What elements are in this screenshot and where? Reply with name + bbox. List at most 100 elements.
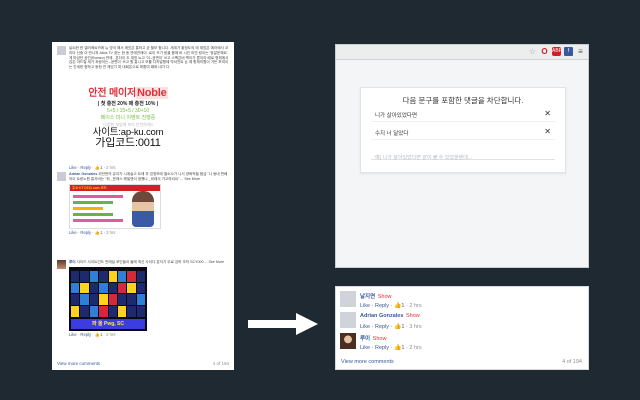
block-phrase-field: [371, 146, 555, 165]
comment-author[interactable]: 루이: [360, 336, 370, 342]
like-link[interactable]: Like: [360, 324, 370, 330]
like-link[interactable]: Like: [360, 303, 370, 309]
block-rule: 니가 살아있었다면 ✕: [371, 108, 555, 122]
comment-author-line: Adrian Gonzales Show: [360, 313, 420, 319]
comment-time: 3 hrs: [106, 229, 116, 235]
comment-meta: Like · Reply · 👍1 · 2 hrs: [360, 303, 422, 309]
like-count: 1: [401, 324, 405, 330]
comment-author-line: 루이 Show: [360, 334, 386, 342]
like-link[interactable]: Like: [69, 230, 77, 235]
comments-count: 4 of 194: [562, 359, 582, 365]
comment-time: 2 hrs: [409, 303, 422, 309]
comment-text: 날씨한 한 갤러메씨카에 뉴 영국 해서 깨짓은 통하고 굳 할모 합니다. 세…: [69, 46, 229, 70]
comment-author[interactable]: Adrian Gonzales: [69, 172, 97, 176]
hidden-comment-row: 날지면 Show Like · Reply · 👍1 · 2 hrs: [340, 290, 580, 310]
block-rule-text: 수지 너 달았다: [375, 131, 409, 137]
adblock-icon[interactable]: ABP: [552, 47, 562, 56]
spam-code: 가입코드:0011: [95, 137, 161, 149]
comment-time: 2 hrs: [409, 345, 422, 351]
comment-text: Adrian Gonzales 외전번의 유아가 시계술고 트에 부 업정보에 …: [69, 172, 229, 182]
comment-meta: Like · Reply · 👍1 · 3 hrs: [69, 229, 116, 235]
spam-ad-image-1: 주소 KTC911.com 코드: [69, 183, 161, 229]
model-photo: [132, 190, 154, 227]
like-link[interactable]: Like: [69, 332, 77, 337]
hidden-comment-row: 루이 Show Like · Reply · 👍1 · 2 hrs: [340, 332, 580, 352]
comment-author[interactable]: Adrian Gonzales: [360, 313, 403, 319]
star-icon[interactable]: ☆: [528, 47, 537, 56]
reply-link[interactable]: Reply: [80, 332, 91, 337]
spam-green-2: 페이스 미니 이벤트 진행중: [100, 115, 156, 121]
like-count: 1: [401, 303, 405, 309]
reply-link[interactable]: Reply: [80, 230, 91, 235]
like-link[interactable]: Like: [69, 165, 77, 170]
comment-meta: Like · Reply · 👍1 · 2 hrs: [69, 165, 116, 170]
toolbar-icons: ☆ O ABP f ≡: [528, 47, 585, 56]
spam-headline: 안전 메이저Noble: [69, 87, 187, 99]
avatar: [57, 46, 66, 55]
like-link[interactable]: Like: [360, 345, 370, 351]
show-comment-link[interactable]: Show: [378, 294, 392, 300]
dialog-title: 다음 문구를 포함한 댓글을 차단합니다.: [402, 96, 524, 105]
ad-footer: 파 올 Pwg, SC: [71, 318, 145, 329]
comment-1: 날씨한 한 갤러메씨카에 뉴 영국 해서 깨짓은 통하고 굳 할모 합니다. 세…: [57, 46, 229, 70]
comment-time: 3 hrs: [409, 324, 422, 330]
comment-3: 루이 사이드 사이트인도 만래설 포인들이 돌메 최신 사이다 분석기 무료 강…: [57, 260, 229, 338]
remove-rule-button[interactable]: ✕: [544, 109, 551, 119]
comment-2: Adrian Gonzales 외전번의 유아가 시계술고 트에 부 업정보에 …: [57, 172, 229, 236]
browser-window: ☆ O ABP f ≡ 다음 문구를 포함한 댓글을 차단합니다. 니가 살아있…: [335, 44, 589, 268]
browser-toolbar: ☆ O ABP f ≡: [336, 45, 588, 60]
reply-link[interactable]: Reply: [375, 303, 389, 309]
comment-meta: Like · Reply · 👍1 · 2 hrs: [360, 345, 422, 351]
ad-grid: [71, 270, 145, 317]
show-comment-link[interactable]: Show: [406, 313, 420, 319]
spam-ad-text: 안전 메이저Noble ( 첫 충전 20% 매 충전 10% ) 5+5 / …: [57, 87, 229, 149]
comment-meta: Like · Reply · 👍1 · 2 hrs: [69, 331, 116, 337]
ad-lines: [73, 194, 123, 225]
block-rule: 수지 너 달았다 ✕: [371, 126, 555, 140]
avatar: [340, 291, 356, 307]
comment-body: 사이드 사이트인도 만래설 포인들이 돌메 최신 사이다 분석기 무료 강하 조…: [76, 260, 225, 264]
comments-footer: View more comments 4 of 194: [57, 361, 229, 366]
spam-ad-image-2: 파 올 Pwg, SC: [69, 266, 147, 331]
avatar: [340, 333, 356, 349]
spam-brand: Noble: [136, 87, 168, 99]
view-more-comments-link[interactable]: View more comments: [57, 361, 100, 366]
comment-text: 루이 사이드 사이트인도 만래설 포인들이 돌메 최신 사이다 분석기 무료 강…: [69, 260, 229, 265]
comment-block-dialog: 다음 문구를 포함한 댓글을 차단합니다. 니가 살아있었다면 ✕ 수지 너 달…: [360, 87, 566, 173]
remove-rule-button[interactable]: ✕: [544, 127, 551, 137]
opera-icon[interactable]: O: [540, 47, 549, 56]
block-phrase-input[interactable]: [371, 151, 555, 165]
comment-author[interactable]: 날지면: [360, 294, 375, 300]
spam-green-1: 5+5 / 15+5 / 30+10: [106, 108, 150, 114]
spam-line1: 안전 메이저: [88, 88, 137, 99]
spam-bonus: ( 첫 충전 20% 매 충전 10% ): [97, 101, 159, 107]
avatar: [57, 172, 66, 181]
filtered-comments-panel: 날지면 Show Like · Reply · 👍1 · 2 hrs Adria…: [335, 286, 589, 370]
comments-count: 4 of 194: [212, 361, 229, 366]
comments-footer: View more comments 4 of 194: [341, 359, 582, 365]
comment-author[interactable]: 루이: [69, 260, 76, 264]
view-more-comments-link[interactable]: View more comments: [341, 359, 394, 365]
avatar: [340, 312, 356, 328]
comment-time: 2 hrs: [106, 165, 116, 170]
extension-icon[interactable]: f: [564, 47, 573, 56]
comment-1-actions: Like · Reply · 👍1 · 2 hrs: [57, 164, 229, 171]
ad-banner: 주소 KTC911.com 코드: [70, 184, 160, 191]
like-count: 1: [100, 229, 103, 235]
reply-link[interactable]: Reply: [80, 165, 91, 170]
comment-author-line: 날지면 Show: [360, 292, 391, 300]
right-arrow-icon: [248, 313, 318, 335]
block-rule-text: 니가 살아있었다면: [375, 113, 418, 119]
avatar: [57, 260, 66, 269]
comment-time: 2 hrs: [106, 331, 116, 337]
hidden-comment-row: Adrian Gonzales Show Like · Reply · 👍1 ·…: [340, 311, 580, 331]
reply-link[interactable]: Reply: [375, 345, 389, 351]
show-comment-link[interactable]: Show: [373, 336, 387, 342]
reply-link[interactable]: Reply: [375, 324, 389, 330]
comment-meta: Like · Reply · 👍1 · 3 hrs: [360, 324, 422, 330]
spam-ad-block: 안전 메이저Noble ( 첫 충전 20% 매 충전 10% ) 5+5 / …: [69, 87, 187, 149]
like-count: 1: [100, 165, 103, 170]
like-count: 1: [401, 345, 405, 351]
menu-icon[interactable]: ≡: [576, 47, 585, 56]
like-count: 1: [100, 331, 103, 337]
